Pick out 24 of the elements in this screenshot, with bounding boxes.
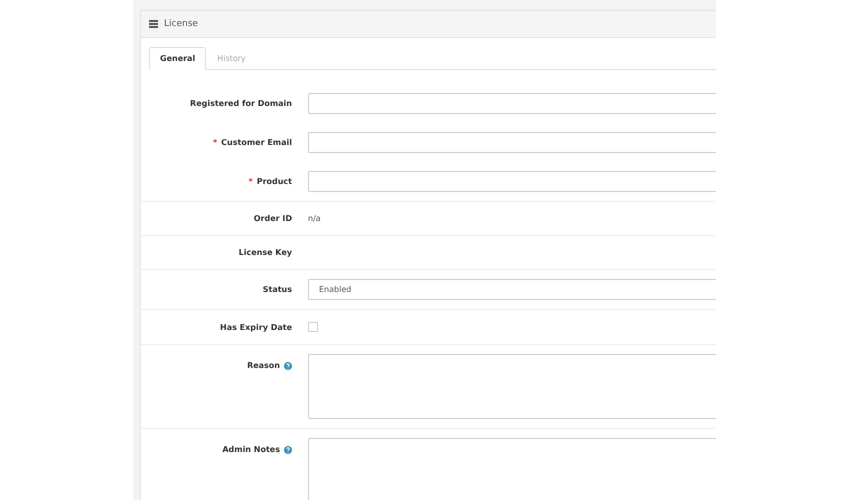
field-label: Admin Notes	[222, 444, 280, 454]
field-label: Registered for Domain	[190, 99, 292, 108]
field-label: Product	[256, 177, 292, 186]
checkbox[interactable]	[308, 322, 318, 332]
panel-title: License	[164, 19, 198, 29]
field-label: Has Expiry Date	[220, 322, 292, 332]
tab[interactable]: General	[149, 47, 206, 70]
text-field[interactable]	[308, 93, 716, 114]
required-mark: *	[248, 177, 253, 186]
text-area[interactable]	[308, 354, 716, 419]
status-select[interactable]: Enabled	[308, 279, 716, 300]
field-label: Status	[262, 285, 292, 294]
required-mark: *	[212, 138, 218, 147]
field-label: Order ID	[254, 214, 292, 223]
field-label: License Key	[238, 248, 292, 257]
list-icon	[149, 20, 158, 28]
field-label: Reason	[247, 360, 280, 370]
help-icon[interactable]	[284, 362, 292, 370]
field-value: n/a	[308, 214, 322, 223]
help-icon[interactable]	[284, 446, 292, 454]
text-field[interactable]	[308, 171, 716, 192]
text-area[interactable]	[308, 438, 716, 500]
text-field[interactable]	[308, 132, 716, 153]
field-label: Customer Email	[221, 138, 292, 147]
